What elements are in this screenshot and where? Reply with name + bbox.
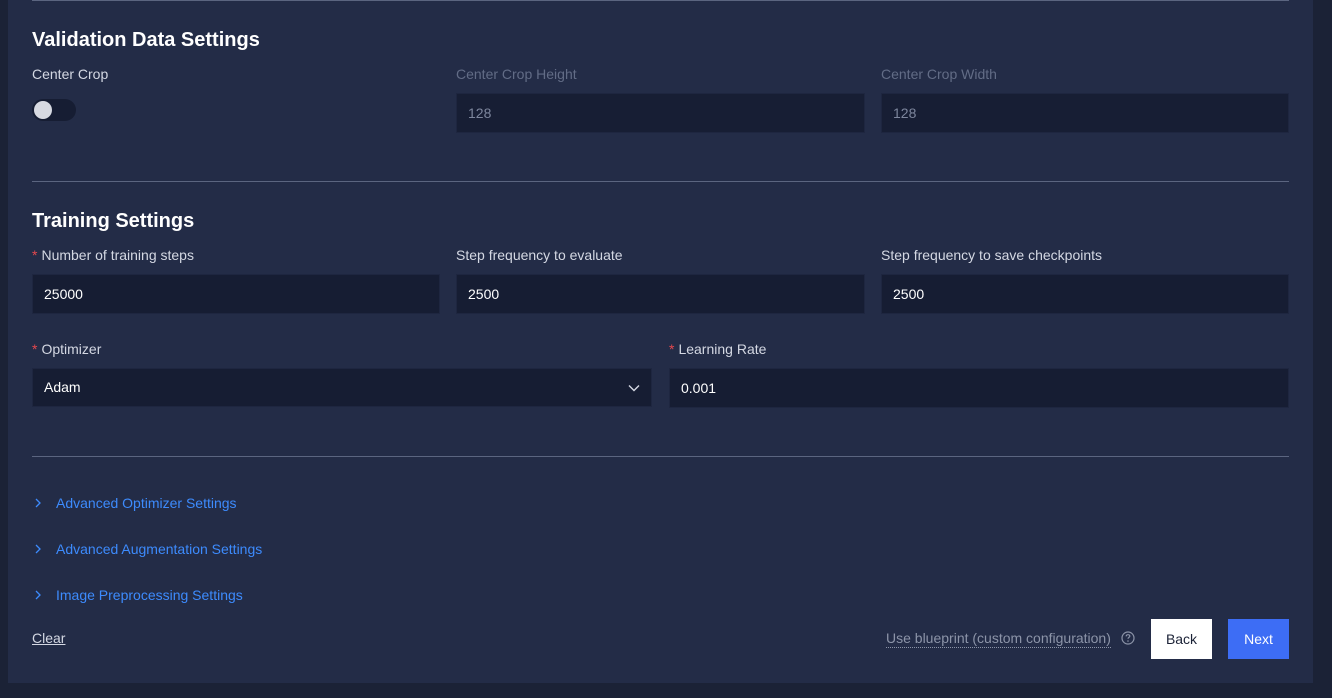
back-button[interactable]: Back xyxy=(1151,619,1212,659)
help-circle-icon[interactable] xyxy=(1121,631,1135,645)
collapsible-label: Advanced Augmentation Settings xyxy=(56,541,263,557)
training-section-title: Training Settings xyxy=(32,210,195,232)
learning-rate-label: * Learning Rate xyxy=(669,341,766,357)
section-divider xyxy=(32,181,1289,182)
training-steps-label: * Number of training steps xyxy=(32,247,194,263)
learning-rate-input[interactable]: 0.001 xyxy=(669,368,1289,408)
optimizer-select[interactable]: Adam xyxy=(32,368,652,407)
toggle-knob xyxy=(34,101,52,119)
eval-frequency-input[interactable]: 2500 xyxy=(456,274,865,314)
validation-section-title: Validation Data Settings xyxy=(32,29,260,51)
chevron-right-icon xyxy=(35,544,41,554)
training-steps-label-text: Number of training steps xyxy=(41,247,194,263)
optimizer-selected-value: Adam xyxy=(44,379,81,395)
required-mark: * xyxy=(32,247,38,263)
chevron-down-icon xyxy=(628,385,640,392)
chevron-right-icon xyxy=(35,498,41,508)
use-blueprint-link[interactable]: Use blueprint (custom configuration) xyxy=(886,630,1111,648)
center-crop-width-label: Center Crop Width xyxy=(881,66,997,82)
eval-frequency-label: Step frequency to evaluate xyxy=(456,247,623,263)
center-crop-label: Center Crop xyxy=(32,66,109,82)
collapsible-label: Advanced Optimizer Settings xyxy=(56,495,237,511)
checkpoint-frequency-label: Step frequency to save checkpoints xyxy=(881,247,1103,263)
required-mark: * xyxy=(669,341,675,357)
optimizer-label-text: Optimizer xyxy=(41,341,102,357)
center-crop-height-input[interactable]: 128 xyxy=(456,93,865,133)
chevron-right-icon xyxy=(35,590,41,600)
next-button[interactable]: Next xyxy=(1228,619,1289,659)
checkpoint-frequency-input[interactable]: 2500 xyxy=(881,274,1289,314)
learning-rate-label-text: Learning Rate xyxy=(678,341,767,357)
collapsible-label: Image Preprocessing Settings xyxy=(56,587,243,603)
center-crop-width-input[interactable]: 128 xyxy=(881,93,1289,133)
section-divider xyxy=(32,456,1289,457)
settings-panel: Validation Data Settings Center Crop Cen… xyxy=(8,0,1313,683)
top-divider xyxy=(32,0,1289,1)
center-crop-height-label: Center Crop Height xyxy=(456,66,577,82)
advanced-augmentation-settings-toggle[interactable]: Advanced Augmentation Settings xyxy=(32,541,262,561)
required-mark: * xyxy=(32,341,38,357)
image-preprocessing-settings-toggle[interactable]: Image Preprocessing Settings xyxy=(32,587,243,607)
clear-link[interactable]: Clear xyxy=(32,630,65,646)
optimizer-label: * Optimizer xyxy=(32,341,101,357)
training-steps-input[interactable]: 25000 xyxy=(32,274,440,314)
advanced-optimizer-settings-toggle[interactable]: Advanced Optimizer Settings xyxy=(32,495,237,515)
center-crop-toggle[interactable] xyxy=(32,99,76,121)
